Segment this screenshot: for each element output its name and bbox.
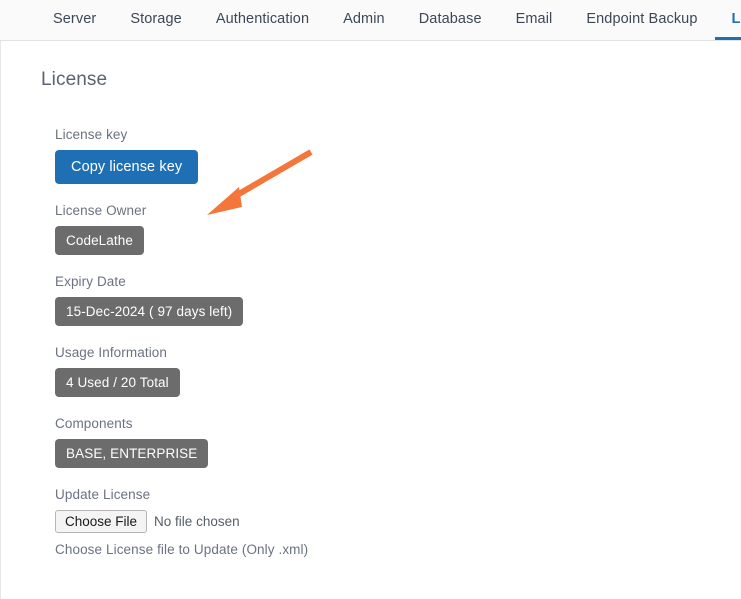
license-owner-label: License Owner bbox=[55, 203, 741, 218]
update-license-hint: Choose License file to Update (Only .xml… bbox=[55, 542, 741, 557]
field-components: Components BASE, ENTERPRISE bbox=[55, 416, 741, 468]
tab-label: Authentication bbox=[216, 11, 309, 27]
page-title: License bbox=[1, 41, 741, 91]
components-value: BASE, ENTERPRISE bbox=[55, 439, 208, 468]
tab-admin[interactable]: Admin bbox=[326, 0, 402, 40]
tab-label: Endpoint Backup bbox=[586, 11, 697, 27]
settings-tab-bar[interactable]: Server Storage Authentication Admin Data… bbox=[0, 0, 741, 41]
field-license-key: License key Copy license key bbox=[55, 127, 741, 184]
license-form: License key Copy license key License Own… bbox=[1, 127, 741, 557]
usage-information-label: Usage Information bbox=[55, 345, 741, 360]
tab-authentication[interactable]: Authentication bbox=[199, 0, 326, 40]
tab-label: License bbox=[732, 11, 741, 27]
license-file-input[interactable]: Choose File No file chosen bbox=[55, 510, 741, 533]
expiry-date-label: Expiry Date bbox=[55, 274, 741, 289]
license-key-label: License key bbox=[55, 127, 741, 142]
update-license-label: Update License bbox=[55, 487, 741, 502]
tab-database[interactable]: Database bbox=[402, 0, 499, 40]
expiry-date-value: 15-Dec-2024 ( 97 days left) bbox=[55, 297, 243, 326]
field-usage-information: Usage Information 4 Used / 20 Total bbox=[55, 345, 741, 397]
tab-server[interactable]: Server bbox=[36, 0, 113, 40]
tab-label: Admin bbox=[343, 11, 385, 27]
tab-storage[interactable]: Storage bbox=[113, 0, 199, 40]
license-owner-value: CodeLathe bbox=[55, 226, 144, 255]
tab-license[interactable]: License bbox=[715, 0, 741, 40]
field-expiry-date: Expiry Date 15-Dec-2024 ( 97 days left) bbox=[55, 274, 741, 326]
tab-email[interactable]: Email bbox=[499, 0, 570, 40]
field-license-owner: License Owner CodeLathe bbox=[55, 203, 741, 255]
tab-endpoint-backup[interactable]: Endpoint Backup bbox=[569, 0, 714, 40]
components-label: Components bbox=[55, 416, 741, 431]
tab-label: Database bbox=[419, 11, 482, 27]
tab-label: Server bbox=[53, 11, 96, 27]
usage-information-value: 4 Used / 20 Total bbox=[55, 368, 180, 397]
field-update-license: Update License Choose File No file chose… bbox=[55, 487, 741, 557]
license-settings-panel: License License key Copy license key Lic… bbox=[0, 41, 741, 599]
tab-label: Email bbox=[516, 11, 553, 27]
copy-license-key-button[interactable]: Copy license key bbox=[55, 150, 198, 184]
choose-file-button[interactable]: Choose File bbox=[55, 510, 147, 533]
tab-label: Storage bbox=[130, 11, 182, 27]
file-status-text: No file chosen bbox=[154, 514, 240, 529]
